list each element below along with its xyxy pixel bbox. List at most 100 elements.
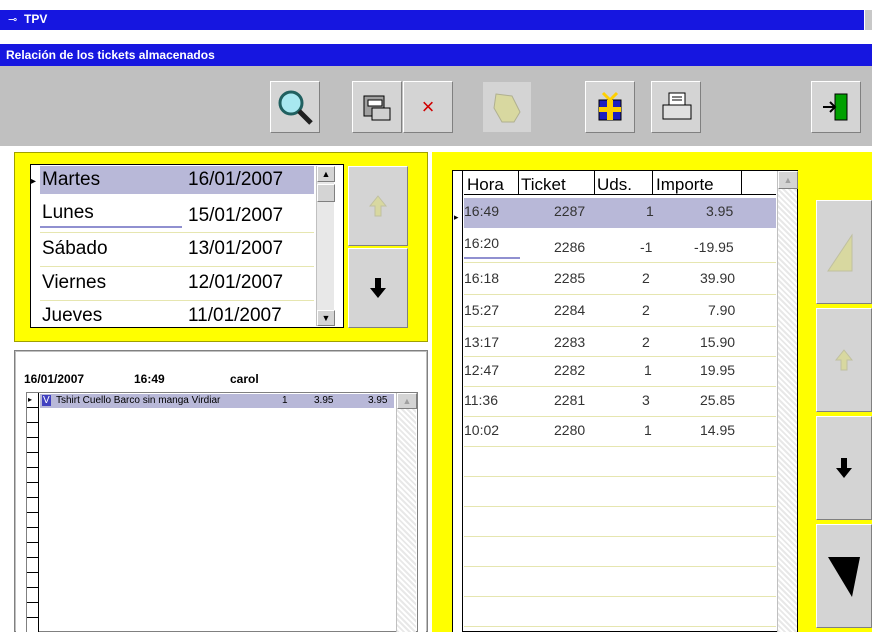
days-up-button[interactable] bbox=[348, 166, 408, 246]
column-divider bbox=[652, 171, 653, 195]
row-divider bbox=[464, 536, 776, 537]
cell-hora[interactable]: 13:17 bbox=[464, 334, 499, 350]
search-button[interactable] bbox=[270, 81, 320, 133]
scroll-up-arrow-icon[interactable]: ▲ bbox=[397, 393, 417, 409]
day-date: 16/01/2007 bbox=[188, 169, 284, 190]
cell-importe: -19.95 bbox=[694, 239, 734, 255]
exit-door-icon bbox=[823, 93, 848, 121]
gift-button[interactable] bbox=[585, 81, 635, 133]
cell-importe: 15.90 bbox=[700, 334, 736, 350]
cell-ticket: 2284 bbox=[554, 302, 586, 318]
arrow-last-icon bbox=[828, 557, 860, 597]
column-divider bbox=[594, 171, 595, 195]
row-divider bbox=[464, 476, 776, 477]
row-divider bbox=[464, 262, 776, 263]
row-pointer-icon: ▸ bbox=[31, 176, 37, 187]
cash-register-button[interactable] bbox=[352, 81, 402, 133]
cell-hora[interactable]: 10:02 bbox=[464, 422, 499, 438]
app-key-icon: ⊸ bbox=[8, 14, 18, 26]
row-divider bbox=[464, 446, 776, 447]
cell-hora[interactable]: 16:18 bbox=[464, 270, 499, 286]
row-divider bbox=[464, 506, 776, 507]
window-title: TPV bbox=[24, 12, 48, 26]
row-divider bbox=[464, 626, 776, 627]
cell-uds: 1 bbox=[644, 422, 652, 438]
day-name[interactable]: Viernes bbox=[42, 272, 106, 294]
next-ticket-button[interactable] bbox=[816, 416, 872, 520]
row-pointer-icon: ▸ bbox=[454, 212, 459, 222]
cell-ticket: 2287 bbox=[554, 203, 586, 219]
row-divider bbox=[464, 416, 776, 417]
days-down-button[interactable] bbox=[348, 248, 408, 328]
line-total: 3.95 bbox=[368, 395, 388, 406]
first-ticket-button[interactable] bbox=[816, 200, 872, 304]
cell-importe: 19.95 bbox=[700, 362, 736, 378]
print-button[interactable] bbox=[651, 81, 701, 133]
title-bar: ⊸ TPV bbox=[0, 0, 872, 30]
delete-button[interactable]: × bbox=[403, 81, 453, 133]
row-divider bbox=[464, 294, 776, 295]
cell-uds: 2 bbox=[642, 302, 650, 318]
cell-uds: -1 bbox=[640, 239, 653, 255]
day-date: 11/01/2007 bbox=[188, 305, 282, 326]
magnifier-icon bbox=[278, 90, 313, 125]
cell-importe: 39.90 bbox=[700, 270, 736, 286]
day-name[interactable]: Sábado bbox=[42, 238, 108, 260]
cell-hora: 16:20 bbox=[464, 235, 500, 251]
day-name[interactable]: Jueves bbox=[42, 305, 102, 327]
hand-icon bbox=[493, 93, 521, 123]
previous-ticket-button[interactable] bbox=[816, 308, 872, 412]
hand-button[interactable] bbox=[482, 81, 532, 133]
days-scrollbar[interactable]: ▲ ▼ bbox=[316, 166, 335, 326]
cell-uds: 2 bbox=[642, 334, 650, 350]
cell-ticket: 2283 bbox=[554, 334, 586, 350]
detail-scrollbar[interactable]: ▲ bbox=[396, 393, 417, 632]
scroll-thumb[interactable] bbox=[317, 184, 335, 202]
detail-user: carol bbox=[230, 372, 259, 386]
cell-uds: 2 bbox=[642, 270, 650, 286]
close-button[interactable] bbox=[864, 10, 872, 30]
scroll-down-arrow-icon[interactable]: ▼ bbox=[317, 310, 335, 326]
column-header-hora[interactable]: Hora bbox=[467, 175, 504, 195]
cell-ticket: 2285 bbox=[554, 270, 586, 286]
scroll-up-arrow-icon[interactable]: ▲ bbox=[317, 166, 335, 182]
cell-importe: 25.85 bbox=[700, 392, 736, 408]
window-subtitle: Relación de los tickets almacenados bbox=[0, 44, 872, 66]
row-divider bbox=[464, 566, 776, 567]
day-date: 12/01/2007 bbox=[188, 272, 284, 293]
row-indicator-column bbox=[453, 171, 463, 632]
row-divider bbox=[464, 386, 776, 387]
detail-time: 16:49 bbox=[134, 372, 165, 386]
title-bar-strip: ⊸ TPV bbox=[0, 10, 868, 30]
detail-date: 16/01/2007 bbox=[24, 372, 85, 386]
cell-ticket: 2280 bbox=[554, 422, 586, 438]
cell-importe: 14.95 bbox=[700, 422, 736, 438]
line-flag: V bbox=[42, 395, 51, 406]
cell-ticket: 2282 bbox=[554, 362, 586, 378]
printer-icon bbox=[662, 92, 692, 120]
column-header-importe[interactable]: Importe bbox=[656, 175, 714, 195]
line-qty: 1 bbox=[282, 395, 288, 406]
row-indicator-column bbox=[27, 393, 39, 632]
row-divider bbox=[464, 326, 776, 327]
day-date: 15/01/2007 bbox=[188, 205, 284, 226]
last-ticket-button[interactable] bbox=[816, 524, 872, 628]
cell-uds: 1 bbox=[644, 362, 652, 378]
cell-hora[interactable]: 12:47 bbox=[464, 362, 499, 378]
arrow-first-icon bbox=[827, 233, 853, 272]
cell-ticket: 2286 bbox=[554, 239, 586, 255]
column-header-uds[interactable]: Uds. bbox=[597, 175, 632, 195]
cell-importe: 3.95 bbox=[706, 203, 734, 219]
tickets-scrollbar[interactable]: ▲ bbox=[777, 171, 798, 632]
exit-button[interactable] bbox=[811, 81, 861, 133]
cell-hora[interactable]: 15:27 bbox=[464, 302, 499, 318]
cell-hora[interactable]: 11:36 bbox=[464, 392, 498, 408]
row-pointer-icon: ▸ bbox=[28, 395, 33, 404]
column-header-ticket[interactable]: Ticket bbox=[521, 175, 566, 195]
cell-uds: 3 bbox=[642, 392, 650, 408]
day-date: 13/01/2007 bbox=[188, 238, 284, 259]
arrow-down-icon bbox=[370, 278, 386, 298]
gift-icon bbox=[598, 91, 622, 121]
scroll-up-arrow-icon[interactable]: ▲ bbox=[778, 171, 798, 189]
day-name: Lunes bbox=[42, 202, 94, 223]
